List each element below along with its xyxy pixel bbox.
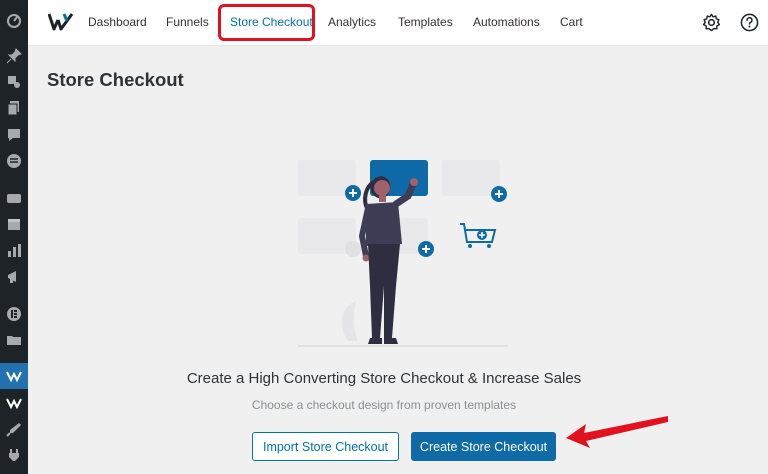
funnelkit-logo-icon[interactable]	[47, 12, 74, 32]
create-store-checkout-button[interactable]: Create Store Checkout	[411, 432, 556, 461]
nav-funnels[interactable]: Funnels	[166, 15, 209, 29]
elementor-icon[interactable]	[5, 305, 23, 323]
woo-icon[interactable]	[5, 152, 23, 170]
wp-admin-sidebar	[0, 0, 28, 474]
nav-analytics[interactable]: Analytics	[328, 15, 376, 29]
checkout-illustration	[298, 160, 508, 347]
page-title: Store Checkout	[47, 69, 184, 90]
nav-templates[interactable]: Templates	[398, 15, 453, 29]
nav-cart[interactable]: Cart	[560, 15, 583, 29]
import-store-checkout-button[interactable]: Import Store Checkout	[252, 432, 399, 461]
question-circle-icon[interactable]	[740, 13, 759, 32]
nav-dashboard[interactable]: Dashboard	[88, 15, 147, 29]
woo-badge-icon[interactable]	[5, 189, 23, 207]
empty-state-subline: Choose a checkout design from proven tem…	[251, 398, 517, 412]
products-icon[interactable]	[5, 215, 23, 233]
media-icon[interactable]	[5, 73, 23, 91]
pin-icon[interactable]	[5, 47, 23, 65]
templates-folder-icon[interactable]	[5, 331, 23, 349]
dashboard-icon[interactable]	[5, 11, 23, 29]
annotation-highlight-box	[218, 4, 315, 41]
annotation-arrow-icon	[566, 416, 668, 448]
plugins-icon[interactable]	[5, 447, 23, 465]
funnelkit-alt-icon[interactable]	[5, 394, 23, 412]
appearance-icon[interactable]	[5, 420, 23, 438]
gear-icon[interactable]	[702, 13, 721, 32]
empty-state-headline: Create a High Converting Store Checkout …	[186, 370, 582, 387]
pages-icon[interactable]	[5, 99, 23, 117]
top-nav-bar: Dashboard Funnels Store Checkout Analyti…	[28, 0, 768, 46]
nav-automations[interactable]: Automations	[473, 15, 540, 29]
comments-icon[interactable]	[5, 126, 23, 144]
marketing-icon[interactable]	[5, 268, 23, 286]
funnelkit-icon[interactable]	[5, 367, 23, 385]
analytics-icon[interactable]	[5, 242, 23, 260]
